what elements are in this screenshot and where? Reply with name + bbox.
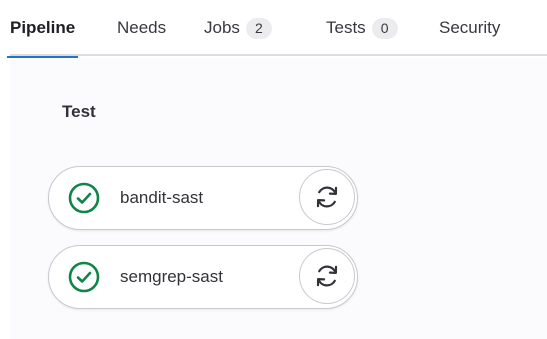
- retry-button[interactable]: [299, 248, 355, 304]
- tab-tests-label: Tests: [326, 18, 366, 37]
- job-name: semgrep-sast: [120, 267, 223, 286]
- check-circle-icon: [68, 261, 100, 293]
- tab-needs-label: Needs: [117, 18, 167, 37]
- retry-icon: [316, 186, 338, 208]
- job-name: bandit-sast: [120, 188, 204, 207]
- tests-count-badge: 0: [371, 17, 398, 39]
- retry-button[interactable]: [299, 169, 355, 225]
- check-circle-icon: [68, 182, 100, 214]
- tab-security-label: Security: [439, 18, 501, 37]
- tab-needs[interactable]: Needs: [117, 0, 166, 56]
- tab-pipeline[interactable]: Pipeline: [7, 0, 79, 58]
- tab-tests[interactable]: Tests 0: [326, 0, 398, 56]
- tab-security[interactable]: Security: [439, 0, 500, 56]
- jobs-count-badge: 2: [245, 17, 272, 39]
- job-semgrep-sast[interactable]: semgrep-sast: [48, 245, 358, 309]
- tab-jobs[interactable]: Jobs 2: [204, 0, 272, 56]
- job-bandit-sast[interactable]: bandit-sast: [48, 166, 358, 230]
- retry-icon: [316, 265, 338, 287]
- pipeline-tabs: Pipeline Needs Jobs 2 Tests 0 Security: [7, 0, 547, 58]
- tab-jobs-label: Jobs: [204, 18, 240, 37]
- pipeline-graph: Test bandit-sast semgrep-sast: [10, 58, 547, 339]
- tab-pipeline-label: Pipeline: [10, 18, 76, 37]
- stage-title: Test: [62, 102, 96, 121]
